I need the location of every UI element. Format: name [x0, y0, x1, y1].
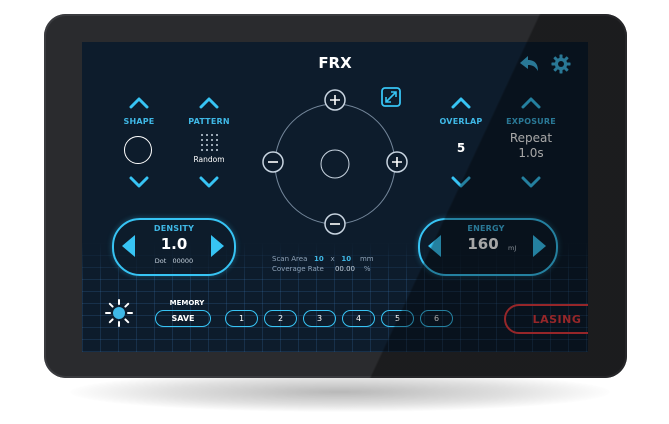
- exposure-value-line1: Repeat: [509, 131, 553, 145]
- app-screen: FRX SHAPE PATTERN Random OVERLAP 5 EXPOS…: [82, 42, 588, 352]
- energy-unit: mJ: [508, 244, 517, 252]
- density-value: 1.0: [160, 235, 188, 253]
- shape-up-chevron-icon[interactable]: [129, 97, 149, 109]
- pattern-value: Random: [193, 155, 225, 164]
- density-decrease-button[interactable]: [122, 235, 135, 257]
- pattern-down-chevron-icon[interactable]: [199, 176, 219, 188]
- pattern-label: PATTERN: [188, 117, 230, 126]
- page-title: FRX: [318, 54, 352, 72]
- density-label: DENSITY: [153, 224, 195, 233]
- memory-slot-2-button[interactable]: 2: [264, 310, 297, 327]
- exposure-up-chevron-icon[interactable]: [521, 97, 541, 109]
- expand-icon[interactable]: [380, 86, 402, 108]
- memory-label: MEMORY: [169, 299, 205, 307]
- overlap-down-chevron-icon[interactable]: [451, 176, 471, 188]
- memory-slot-3-button[interactable]: 3: [303, 310, 336, 327]
- lasing-button[interactable]: LASING: [504, 304, 588, 334]
- memory-slot-5-button[interactable]: 5: [381, 310, 414, 327]
- energy-label: ENERGY: [467, 224, 505, 233]
- exposure-value-line2: 1.0s: [518, 146, 544, 160]
- scan-area-x: 10: [314, 255, 324, 263]
- density-dot-readout: Dot 00000: [142, 257, 206, 265]
- scan-area-label: Scan Area: [272, 255, 308, 263]
- tablet-device: FRX SHAPE PATTERN Random OVERLAP 5 EXPOS…: [44, 14, 627, 378]
- scan-area-readout: Scan Area 10 x 10 mm: [272, 255, 412, 263]
- memory-slot-1-button[interactable]: 1: [225, 310, 258, 327]
- energy-decrease-button[interactable]: [428, 235, 441, 257]
- move-down-minus-button[interactable]: [323, 212, 347, 236]
- back-arrow-icon[interactable]: [518, 54, 540, 74]
- memory-slot-6-button[interactable]: 6: [420, 310, 453, 327]
- shape-label: SHAPE: [123, 117, 155, 126]
- pattern-up-chevron-icon[interactable]: [199, 97, 219, 109]
- exposure-label: EXPOSURE: [506, 117, 556, 126]
- move-left-minus-button[interactable]: [261, 150, 285, 174]
- dot-value: 00000: [172, 257, 194, 265]
- coverage-value: 00.00: [334, 265, 356, 273]
- move-up-plus-button[interactable]: [323, 88, 347, 112]
- shape-circle-icon[interactable]: [124, 136, 152, 164]
- coverage-rate-readout: Coverage Rate 00.00 %: [272, 265, 412, 273]
- overlap-up-chevron-icon[interactable]: [451, 97, 471, 109]
- pattern-dots-icon[interactable]: [199, 132, 219, 152]
- scan-area-sep: x: [330, 255, 335, 263]
- coverage-label: Coverage Rate: [272, 265, 324, 273]
- dot-label: Dot: [154, 257, 167, 265]
- energy-increase-button[interactable]: [533, 235, 546, 257]
- coverage-unit: %: [363, 265, 371, 273]
- scan-area-y: 10: [341, 255, 352, 263]
- scan-area-unit: mm: [359, 255, 374, 263]
- exposure-down-chevron-icon[interactable]: [521, 176, 541, 188]
- energy-value: 160: [467, 235, 499, 253]
- sun-icon[interactable]: [104, 298, 134, 328]
- overlap-label: OVERLAP: [439, 117, 483, 126]
- move-right-plus-button[interactable]: [385, 150, 409, 174]
- shape-down-chevron-icon[interactable]: [129, 176, 149, 188]
- memory-save-button[interactable]: SAVE: [155, 310, 211, 327]
- overlap-value: 5: [456, 141, 466, 155]
- device-shadow: [70, 372, 610, 412]
- memory-slot-4-button[interactable]: 4: [342, 310, 375, 327]
- gear-icon[interactable]: [551, 54, 571, 74]
- density-increase-button[interactable]: [211, 235, 224, 257]
